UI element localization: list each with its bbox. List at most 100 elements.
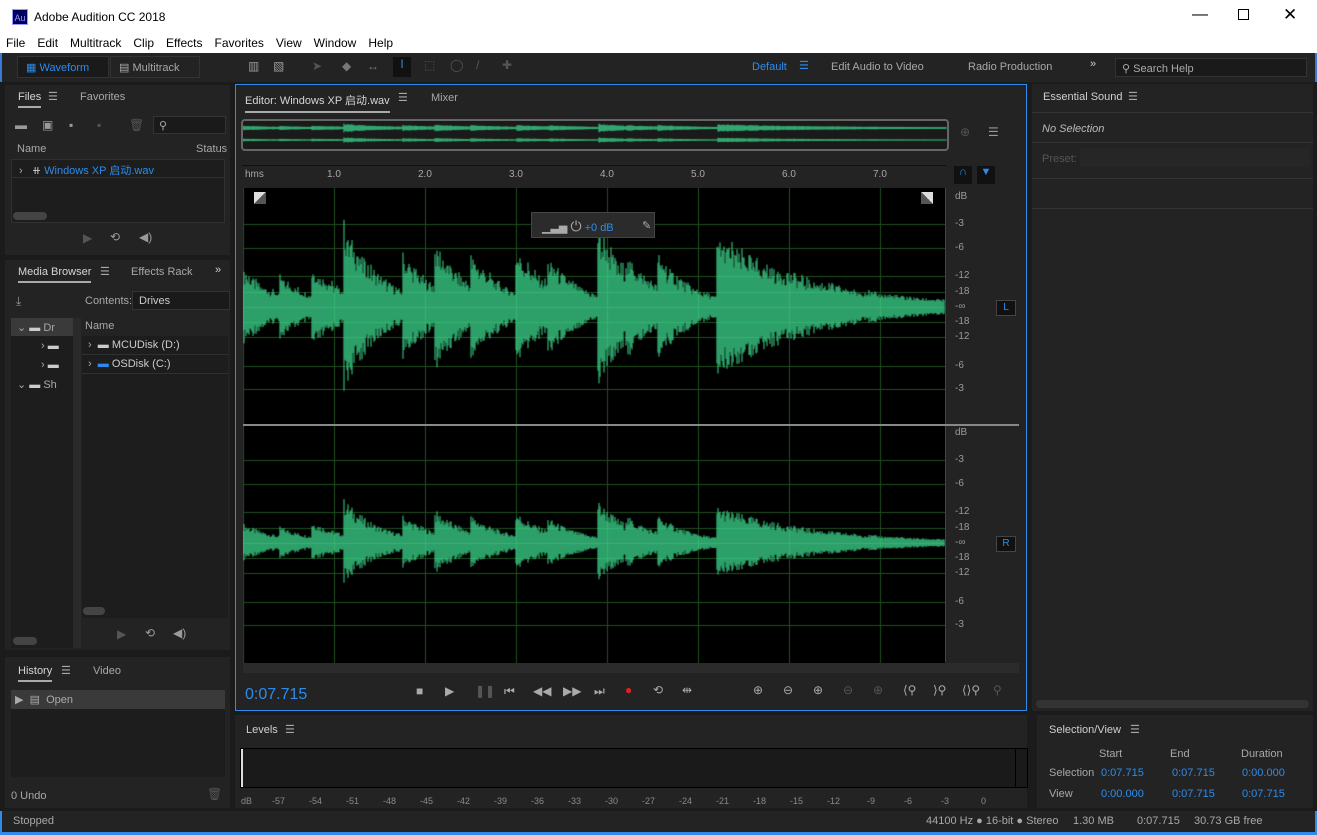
download-icon[interactable]: ⤓ [16,294,21,309]
multitrack-view-button[interactable]: ▤ Multitrack [110,56,200,78]
drive-item[interactable]: › ▬ OSDisk (C:) [82,355,228,374]
next-button[interactable]: ⏭ [594,684,605,699]
list-icon[interactable]: ☰ [988,125,999,139]
autoplay-icon[interactable]: ◀) [139,230,152,244]
brush-tool-icon[interactable]: / [476,58,479,72]
zoom-out-point-icon[interactable]: ⟩⚲ [933,683,946,697]
menu-favorites[interactable]: Favorites [209,33,270,53]
fast-forward-button[interactable]: ▶▶ [563,684,581,698]
view-end[interactable]: 0:07.715 [1172,788,1215,800]
menu-effects[interactable]: Effects [160,33,208,53]
tab-editor[interactable]: Editor: Windows XP 启动.wav [245,92,390,113]
zoom-in-time-icon[interactable]: ⊕ [813,683,823,697]
zoom-in-point-icon[interactable]: ⟨⚲ [903,683,916,697]
tree-shortcuts[interactable]: ⌄ ▬ Sh [17,378,57,391]
panel-menu-icon[interactable]: ☰ [61,664,71,677]
healing-tool-icon[interactable]: ✚ [502,58,512,72]
previous-button[interactable]: ⏮ [504,684,515,699]
menu-help[interactable]: Help [362,33,399,53]
column-name[interactable]: Name [85,320,114,332]
import-file-icon[interactable]: ▣ [42,118,53,132]
more-workspaces-icon[interactable]: » [1090,58,1096,70]
selection-start[interactable]: 0:07.715 [1101,767,1144,779]
zoom-in-amplitude-icon[interactable]: ⊕ [753,683,763,697]
razor-tool-icon[interactable]: ◆ [342,59,351,73]
workspace-menu-icon[interactable]: ☰ [799,59,809,72]
horizontal-scrollbar[interactable] [243,663,1019,673]
channel-l-button[interactable]: L [996,300,1016,316]
workspace-default[interactable]: Default [752,61,787,73]
zoom-reset-icon[interactable]: ⚲ [993,683,1002,697]
stop-button[interactable]: ■ [416,684,423,698]
spectral-display-icon[interactable]: ▥ [248,59,259,73]
skip-selection-button[interactable]: ⇹ [682,683,692,697]
tab-video[interactable]: Video [93,665,121,677]
tab-effects-rack[interactable]: Effects Rack [131,266,193,278]
column-status[interactable]: Status [196,143,227,155]
play-icon[interactable]: ▶ [83,231,92,245]
search-help-input[interactable]: ⚲ Search Help [1115,58,1307,77]
move-tool-icon[interactable]: ➤ [312,59,322,73]
overview-navigator[interactable] [241,119,949,151]
insert-icon[interactable]: ▪ [97,118,101,132]
tab-history[interactable]: History [18,665,53,682]
zoom-out-amplitude-icon[interactable]: ⊖ [783,683,793,697]
menu-file[interactable]: File [0,33,31,53]
file-item[interactable]: › ⧺ Windows XP 启动.wav [11,159,225,178]
menu-window[interactable]: Window [308,33,363,53]
time-selection-tool-icon[interactable]: I [393,57,411,77]
trash-icon[interactable]: 🗑 [207,787,222,801]
menu-view[interactable]: View [270,33,308,53]
zoom-full-icon[interactable]: ⟨⟩⚲ [962,683,980,697]
channel-r-button[interactable]: R [996,536,1016,552]
panel-menu-icon[interactable]: ☰ [48,90,58,103]
files-search-input[interactable]: ⚲ [153,116,226,134]
pause-button[interactable]: ❚❚ [475,684,495,698]
panel-menu-icon[interactable]: ☰ [100,265,110,278]
fade-out-handle[interactable] [921,192,933,204]
history-item[interactable]: ▶ ▤ Open [11,690,225,709]
tab-mixer[interactable]: Mixer [431,92,458,104]
slip-tool-icon[interactable]: ↔ [367,59,379,73]
hud-gain[interactable]: ▁▃▅ ⏻ +0 dB ✎ [531,212,655,238]
tree-drives[interactable]: ⌄ ▬ Dr [11,318,73,336]
play-button[interactable]: ▶ [445,684,454,698]
play-icon[interactable]: ▶ [117,627,126,641]
menu-multitrack[interactable]: Multitrack [64,33,127,53]
marquee-tool-icon[interactable]: ⬚ [424,58,435,72]
tab-media-browser[interactable]: Media Browser [18,266,92,283]
trash-icon[interactable]: 🗑 [129,118,144,132]
zoom-selection-icon[interactable]: ⊕ [873,683,883,697]
autoplay-icon[interactable]: ◀) [173,626,186,640]
close-button[interactable]: ✕ [1283,5,1297,25]
view-duration[interactable]: 0:07.715 [1242,788,1285,800]
view-start[interactable]: 0:00.000 [1101,788,1144,800]
maximize-button[interactable] [1238,9,1249,20]
preset-dropdown[interactable] [1080,148,1310,167]
scrollbar[interactable] [1036,700,1309,708]
contents-dropdown[interactable]: Drives [132,291,230,310]
loop-icon[interactable]: ⟲ [110,230,120,244]
tree-item[interactable]: › ▬ [41,340,59,352]
tab-favorites[interactable]: Favorites [80,91,125,103]
open-file-icon[interactable]: ▬ [15,118,27,132]
selection-duration[interactable]: 0:00.000 [1242,767,1285,779]
time-ruler[interactable] [242,165,946,189]
panel-menu-icon[interactable]: ☰ [398,91,408,104]
menu-clip[interactable]: Clip [127,33,160,53]
pane-divider[interactable] [73,318,81,648]
loop-icon[interactable]: ⟲ [145,626,155,640]
scrollbar[interactable] [13,637,37,645]
menu-edit[interactable]: Edit [31,33,64,53]
scrollbar[interactable] [13,212,47,220]
minimize-button[interactable]: — [1192,6,1208,24]
column-name[interactable]: Name [17,143,46,155]
record-button[interactable]: ● [625,683,632,697]
tab-files[interactable]: Files [18,91,42,108]
waveform-view-button[interactable]: ▦ Waveform [17,56,109,78]
fade-in-handle[interactable] [254,192,266,204]
more-tabs-icon[interactable]: » [215,264,221,276]
tree-item[interactable]: › ▬ [41,359,59,371]
scrollbar[interactable] [83,607,105,615]
new-file-icon[interactable]: ▪ [69,118,73,132]
